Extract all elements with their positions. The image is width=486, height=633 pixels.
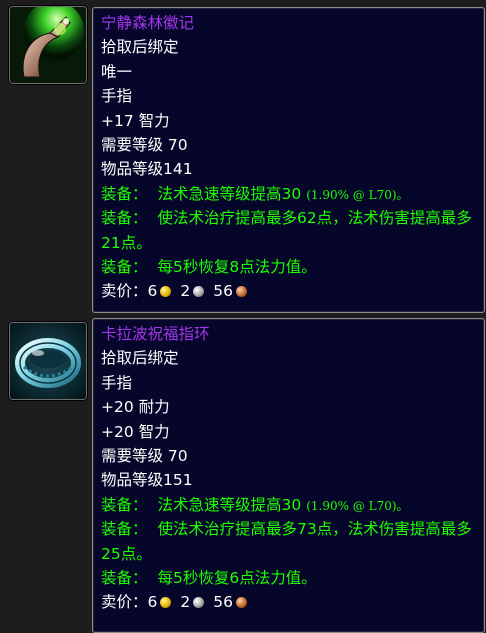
equip-text: 使法术治疗提高最多62点，法术伤害提高最多21点。 [101, 209, 472, 252]
equip-text: 使法术治疗提高最多73点，法术伤害提高最多25点。 [101, 520, 472, 563]
equip-text: 每5秒恢复6点法力值。 [157, 568, 317, 587]
equip-note: (1.90% @ L70)。 [306, 498, 409, 513]
item-tooltip: 宁静森林徽记 拾取后绑定 唯一 手指 +17 智力 需要等级 70 物品等级14… [92, 7, 485, 313]
equip-label: 装备： [101, 568, 148, 587]
equip-label: 装备： [101, 209, 148, 228]
item-required-level: 需要等级 70 [101, 446, 188, 465]
silver-coin-icon [193, 286, 205, 298]
item-stat: +20 智力 [101, 422, 170, 441]
item-sell-price: 卖价：6 2 56 [101, 590, 484, 614]
item-level: 物品等级141 [101, 160, 193, 179]
gold-amount: 6 [147, 593, 158, 612]
item-tooltip: 卡拉波祝福指环 拾取后绑定 手指 +20 耐力 +20 智力 需要等级 70 物… [92, 318, 485, 633]
sell-label: 卖价： [101, 282, 148, 301]
item-sell-price: 卖价：6 2 56 [101, 279, 484, 303]
copper-amount: 56 [213, 593, 233, 612]
item-slot: 手指 [101, 373, 133, 392]
item-required-level: 需要等级 70 [101, 135, 188, 154]
gold-coin-icon [160, 286, 172, 298]
equip-label: 装备： [101, 495, 148, 514]
copper-coin-icon [236, 597, 247, 609]
item-equip-haste: 装备： 法术急速等级提高30 (1.90% @ L70)。 [101, 493, 484, 517]
equip-note: (1.90% @ L70)。 [306, 187, 409, 202]
item-equip-healing: 装备： 使法术治疗提高最多73点，法术伤害提高最多25点。 [101, 517, 484, 566]
item-unique: 唯一 [101, 62, 133, 81]
item-card: 卡拉波祝福指环 拾取后绑定 手指 +20 耐力 +20 智力 需要等级 70 物… [0, 316, 486, 633]
item-card: 宁静森林徽记 拾取后绑定 唯一 手指 +17 智力 需要等级 70 物品等级14… [0, 0, 486, 316]
equip-label: 装备： [101, 184, 148, 203]
silver-coin-icon [193, 597, 205, 609]
item-stat: +17 智力 [101, 111, 170, 130]
gold-coin-icon [160, 597, 172, 609]
item-binding: 拾取后绑定 [101, 38, 179, 57]
item-equip-mana: 装备： 每5秒恢复6点法力值。 [101, 566, 484, 590]
item-level: 物品等级151 [101, 471, 193, 490]
green-jade-blade-ring-icon [10, 7, 86, 83]
item-equip-healing: 装备： 使法术治疗提高最多62点，法术伤害提高最多21点。 [101, 206, 484, 255]
equip-text: 每5秒恢复8点法力值。 [157, 257, 317, 276]
item-binding: 拾取后绑定 [101, 349, 179, 368]
item-icon-slot[interactable] [9, 322, 87, 400]
item-slot: 手指 [101, 87, 133, 106]
copper-amount: 56 [213, 282, 233, 301]
item-name: 宁静森林徽记 [101, 14, 195, 32]
equip-text: 法术急速等级提高30 [157, 184, 302, 203]
item-equip-haste: 装备： 法术急速等级提高30 (1.90% @ L70)。 [101, 182, 484, 206]
item-equip-mana: 装备： 每5秒恢复8点法力值。 [101, 255, 484, 279]
gold-amount: 6 [147, 282, 158, 301]
equip-label: 装备： [101, 520, 148, 539]
silver-blue-ring-icon [10, 323, 86, 399]
item-stat: +20 耐力 [101, 398, 170, 417]
equip-text: 法术急速等级提高30 [157, 495, 302, 514]
silver-amount: 2 [180, 593, 191, 612]
item-name: 卡拉波祝福指环 [101, 325, 210, 343]
equip-label: 装备： [101, 257, 148, 276]
sell-label: 卖价： [101, 593, 148, 612]
copper-coin-icon [236, 286, 247, 298]
item-icon-slot[interactable] [9, 6, 87, 84]
silver-amount: 2 [180, 282, 191, 301]
